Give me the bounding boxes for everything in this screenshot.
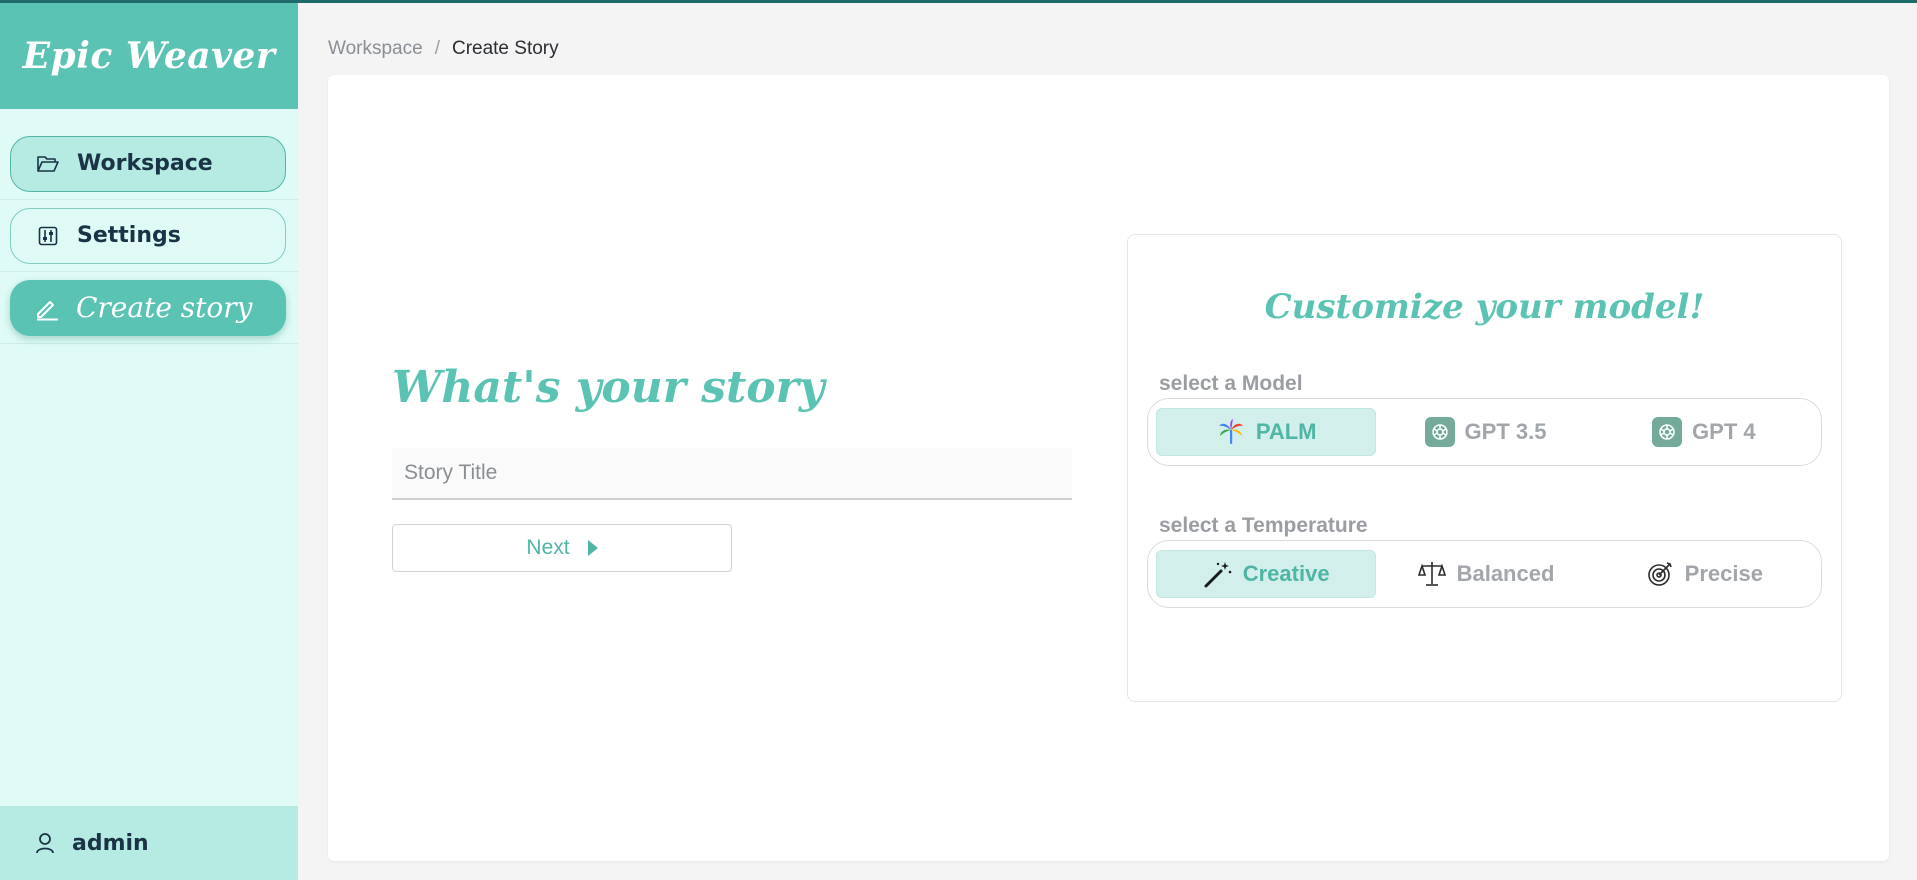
scale-icon xyxy=(1417,559,1447,589)
user-icon xyxy=(32,830,58,856)
sidebar-item-create-story[interactable]: Create story xyxy=(10,279,286,336)
user-profile[interactable]: admin xyxy=(0,806,298,880)
target-icon xyxy=(1645,559,1675,589)
next-button-label: Next xyxy=(526,536,570,559)
sidebar-item-settings[interactable]: Settings xyxy=(10,207,286,264)
temperature-option-label: Balanced xyxy=(1456,561,1555,586)
sliders-icon xyxy=(35,223,61,249)
breadcrumb-current: Create Story xyxy=(451,38,559,59)
pencil-icon xyxy=(34,295,60,321)
temperature-option-label: Creative xyxy=(1242,561,1330,586)
customize-panel: Customize your model! select a Model PAL… xyxy=(1127,234,1842,702)
openai-icon xyxy=(1424,417,1455,447)
palm-icon xyxy=(1216,417,1246,447)
temperature-selector: Creative Balanced Precise xyxy=(1147,540,1822,608)
model-option-palm[interactable]: PALM xyxy=(1156,408,1377,456)
sidebar-row-workspace: Workspace xyxy=(0,128,298,200)
sidebar-item-label: Workspace xyxy=(77,151,213,176)
model-option-label: GPT 3.5 xyxy=(1464,419,1547,444)
model-option-label: PALM xyxy=(1255,419,1317,444)
magic-wand-icon xyxy=(1203,559,1233,589)
temperature-option-label: Precise xyxy=(1684,561,1763,586)
story-heading: What's your story xyxy=(392,362,825,413)
folder-open-icon xyxy=(35,151,61,177)
openai-icon xyxy=(1652,417,1683,447)
temperature-option-precise[interactable]: Precise xyxy=(1595,550,1813,598)
breadcrumb-parent-link[interactable]: Workspace xyxy=(328,38,423,59)
breadcrumb-separator: / xyxy=(434,38,440,59)
model-option-gpt-4[interactable]: GPT 4 xyxy=(1595,408,1813,456)
username: admin xyxy=(72,830,149,856)
sidebar-item-label: Settings xyxy=(77,223,181,248)
sidebar-item-workspace[interactable]: Workspace xyxy=(10,135,286,192)
sidebar: Epic Weaver Workspace Settings Create st… xyxy=(0,3,298,880)
customize-title: Customize your model! xyxy=(1264,287,1705,327)
next-button[interactable]: Next xyxy=(392,524,732,572)
model-group-label: select a Model xyxy=(1159,372,1303,395)
sidebar-row-create-story: Create story xyxy=(0,272,298,344)
temperature-option-creative[interactable]: Creative xyxy=(1156,550,1377,598)
story-title-input[interactable] xyxy=(392,448,1072,500)
breadcrumb: Workspace / Create Story xyxy=(328,38,559,60)
temperature-group-label: select a Temperature xyxy=(1159,514,1368,537)
model-option-gpt-3-5[interactable]: GPT 3.5 xyxy=(1376,408,1594,456)
brand-logo[interactable]: Epic Weaver xyxy=(0,3,298,109)
sidebar-row-settings: Settings xyxy=(0,200,298,272)
play-arrow-icon xyxy=(587,540,598,556)
model-selector: PALM GPT 3.5 GPT 4 xyxy=(1147,398,1822,466)
temperature-option-balanced[interactable]: Balanced xyxy=(1376,550,1594,598)
sidebar-item-label: Create story xyxy=(76,291,253,324)
model-option-label: GPT 4 xyxy=(1692,419,1756,444)
